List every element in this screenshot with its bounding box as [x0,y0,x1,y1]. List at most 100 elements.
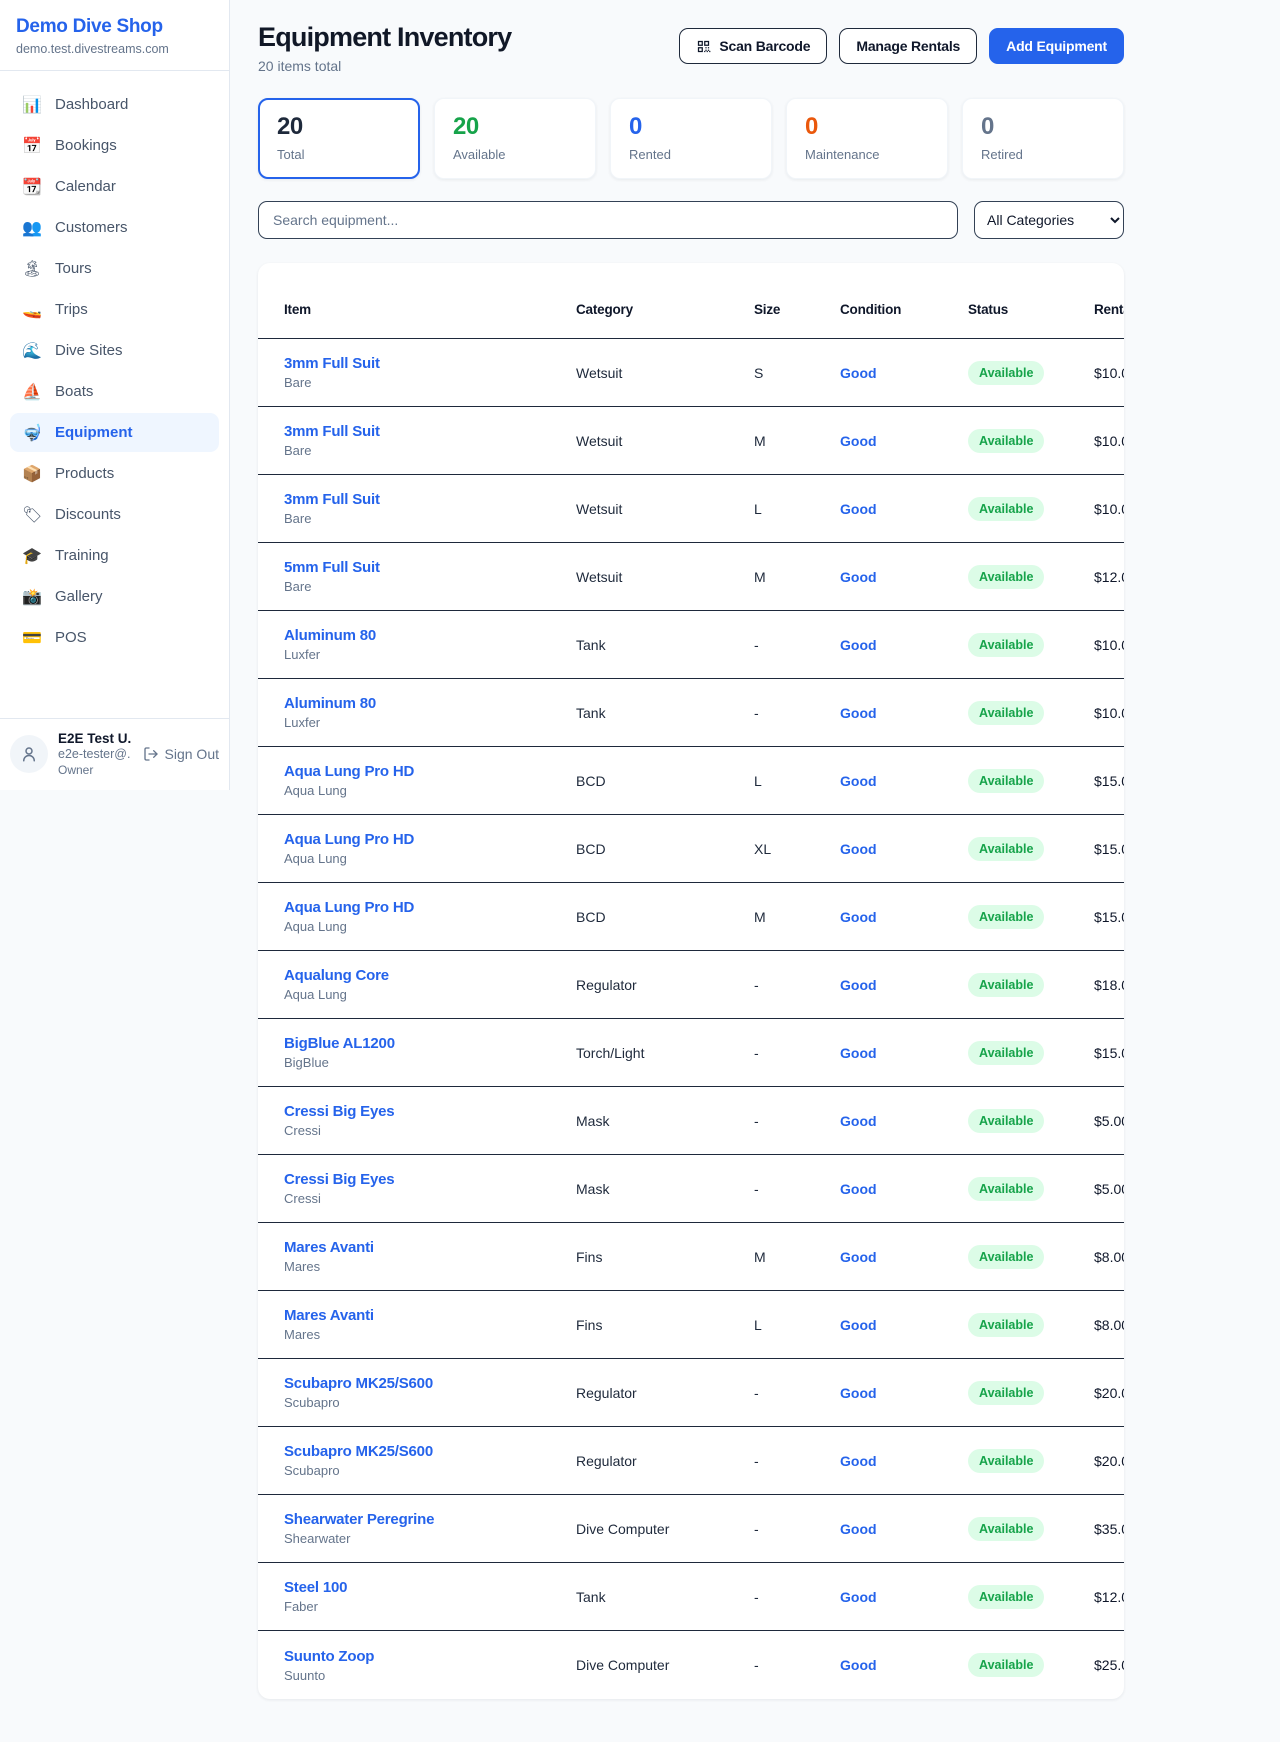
item-name-link[interactable]: Aqua Lung Pro HD [284,899,414,916]
stat-card-rented[interactable]: 0 Rented [610,98,772,179]
status-badge: Available [968,1381,1044,1405]
stat-label: Maintenance [805,147,929,162]
sidebar-item-dashboard[interactable]: 📊 Dashboard [10,85,219,124]
user-avatar[interactable] [10,735,48,773]
item-category: Wetsuit [576,569,754,585]
sidebar-item-gallery[interactable]: 📸 Gallery [10,577,219,616]
column-header-item: Item [284,302,576,317]
condition-link[interactable]: Good [840,1521,877,1537]
sidebar-item-products[interactable]: 📦 Products [10,454,219,493]
item-brand: Bare [284,443,576,458]
item-name-link[interactable]: Suunto Zoop [284,1648,374,1665]
item-name-link[interactable]: Cressi Big Eyes [284,1103,394,1120]
item-name-link[interactable]: Scubapro MK25/S600 [284,1443,433,1460]
condition-link[interactable]: Good [840,1045,877,1061]
category-filter-select[interactable]: All Categories [974,201,1124,239]
brand-name[interactable]: Demo Dive Shop [16,16,213,38]
item-name-link[interactable]: Steel 100 [284,1579,347,1596]
condition-link[interactable]: Good [840,705,877,721]
item-brand: Bare [284,511,576,526]
item-brand: Bare [284,579,576,594]
condition-link[interactable]: Good [840,433,877,449]
dashboard-icon: 📊 [22,95,42,114]
add-equipment-button[interactable]: Add Equipment [989,28,1124,64]
condition-link[interactable]: Good [840,977,877,993]
condition-link[interactable]: Good [840,1657,877,1673]
item-brand: Aqua Lung [284,987,576,1002]
table-row: Aqua Lung Pro HD Aqua Lung BCD M Good Av… [258,883,1124,951]
sidebar-item-bookings[interactable]: 📅 Bookings [10,126,219,165]
manage-rentals-button[interactable]: Manage Rentals [839,28,977,64]
sidebar-item-equipment[interactable]: 🤿 Equipment [10,413,219,452]
item-name-link[interactable]: Aluminum 80 [284,627,376,644]
item-name-link[interactable]: Aqua Lung Pro HD [284,763,414,780]
scan-barcode-button[interactable]: Scan Barcode [679,28,827,64]
sidebar-item-customers[interactable]: 👥 Customers [10,208,219,247]
stat-card-available[interactable]: 20 Available [434,98,596,179]
table-row: 5mm Full Suit Bare Wetsuit M Good Availa… [258,543,1124,611]
stat-card-total[interactable]: 20 Total [258,98,420,179]
rental-price: $15.00/day [1094,773,1124,789]
item-name-link[interactable]: Cressi Big Eyes [284,1171,394,1188]
item-name-link[interactable]: BigBlue AL1200 [284,1035,395,1052]
condition-link[interactable]: Good [840,1181,877,1197]
sidebar-item-tours[interactable]: 🏝 Tours [10,249,219,288]
pos-icon: 💳 [22,628,42,647]
condition-link[interactable]: Good [840,501,877,517]
stat-card-retired[interactable]: 0 Retired [962,98,1124,179]
item-name-link[interactable]: Aqualung Core [284,967,389,984]
condition-link[interactable]: Good [840,1113,877,1129]
item-name-link[interactable]: 5mm Full Suit [284,559,380,576]
item-name-link[interactable]: Scubapro MK25/S600 [284,1375,433,1392]
item-size: - [754,977,840,993]
condition-link[interactable]: Good [840,1385,877,1401]
rental-price: $10.00/day [1094,637,1124,653]
condition-link[interactable]: Good [840,637,877,653]
item-size: L [754,773,840,789]
condition-link[interactable]: Good [840,1589,877,1605]
item-name-link[interactable]: Aluminum 80 [284,695,376,712]
condition-link[interactable]: Good [840,773,877,789]
condition-link[interactable]: Good [840,909,877,925]
item-name-link[interactable]: 3mm Full Suit [284,355,380,372]
search-input[interactable] [258,201,958,239]
rental-price: $10.00/day [1094,365,1124,381]
sign-out-button[interactable]: Sign Out [143,746,219,762]
condition-link[interactable]: Good [840,1249,877,1265]
item-name-link[interactable]: 3mm Full Suit [284,491,380,508]
item-name-link[interactable]: Mares Avanti [284,1307,374,1324]
sidebar-item-training[interactable]: 🎓 Training [10,536,219,575]
header-actions: Scan Barcode Manage Rentals Add Equipmen… [679,28,1124,64]
status-badge: Available [968,1585,1044,1609]
table-row: 3mm Full Suit Bare Wetsuit L Good Availa… [258,475,1124,543]
stat-card-maintenance[interactable]: 0 Maintenance [786,98,948,179]
item-name-link[interactable]: Aqua Lung Pro HD [284,831,414,848]
condition-link[interactable]: Good [840,1453,877,1469]
status-badge: Available [968,1653,1044,1677]
main-content: Equipment Inventory 20 items total Scan … [230,0,1280,1742]
sidebar-item-pos[interactable]: 💳 POS [10,618,219,657]
sidebar-item-calendar[interactable]: 📆 Calendar [10,167,219,206]
item-size: M [754,569,840,585]
item-size: - [754,1657,840,1673]
filter-row: All Categories [258,201,1124,239]
condition-link[interactable]: Good [840,841,877,857]
sidebar-item-boats[interactable]: ⛵ Boats [10,372,219,411]
sidebar-item-discounts[interactable]: 🏷 Discounts [10,495,219,534]
item-name-link[interactable]: 3mm Full Suit [284,423,380,440]
item-name-link[interactable]: Shearwater Peregrine [284,1511,434,1528]
status-badge: Available [968,973,1044,997]
column-header-status: Status [968,302,1094,317]
condition-link[interactable]: Good [840,365,877,381]
item-size: - [754,1453,840,1469]
sidebar-item-trips[interactable]: 🚤 Trips [10,290,219,329]
condition-link[interactable]: Good [840,569,877,585]
item-name-link[interactable]: Mares Avanti [284,1239,374,1256]
item-category: Mask [576,1181,754,1197]
user-name: E2E Test U... [58,731,131,748]
sidebar: Demo Dive Shop demo.test.divestreams.com… [0,0,230,790]
status-badge: Available [968,769,1044,793]
products-icon: 📦 [22,464,42,483]
condition-link[interactable]: Good [840,1317,877,1333]
sidebar-item-dive-sites[interactable]: 🌊 Dive Sites [10,331,219,370]
